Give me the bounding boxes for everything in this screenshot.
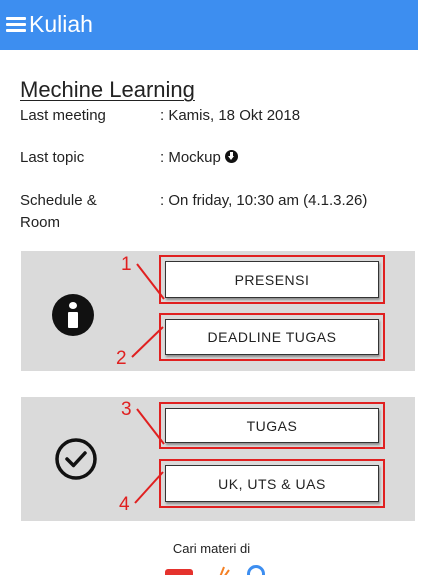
annotation-lines [131, 263, 165, 504]
stackoverflow-icon[interactable] [218, 565, 230, 575]
footer-text: Cari materi di [172, 541, 251, 556]
footer-icons [0, 563, 423, 575]
app-screen: Kuliah Mechine Learning Last meeting : K… [0, 0, 423, 575]
google-icon[interactable] [247, 565, 265, 575]
youtube-icon[interactable] [165, 569, 193, 575]
